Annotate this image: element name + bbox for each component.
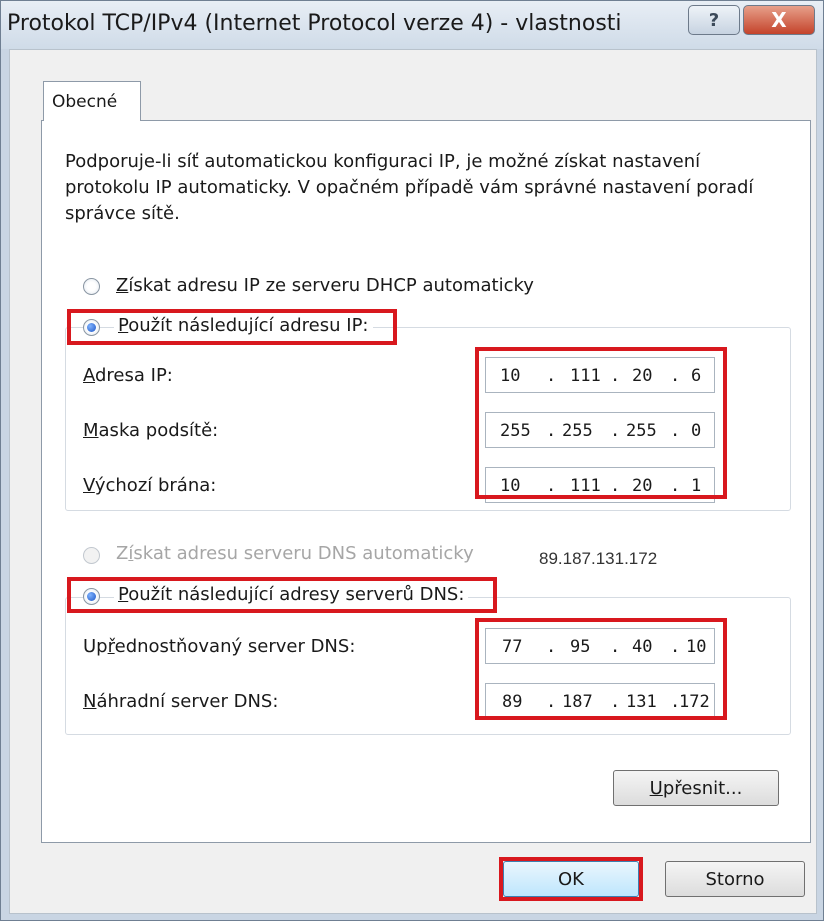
dns-auto-label[interactable]: Získat adresu serveru DNS automaticky bbox=[116, 543, 474, 564]
title-bar[interactable]: Protokol TCP/IPv4 (Internet Protocol ver… bbox=[1, 1, 823, 49]
radio-ip-manual[interactable] bbox=[83, 319, 100, 336]
cancel-button[interactable]: Storno bbox=[665, 861, 805, 897]
radio-dns-auto[interactable] bbox=[83, 547, 100, 564]
preferred-dns-input[interactable]: 77 . 95 . 40 . 10 bbox=[485, 628, 715, 664]
subnet-mask-input[interactable]: 255 . 255 . 255 . 0 bbox=[485, 412, 715, 448]
radio-ip-auto[interactable] bbox=[83, 278, 100, 295]
alternate-dns-input[interactable]: 89 . 187 . 131 . 172 bbox=[485, 683, 715, 719]
advanced-button[interactable]: Upřesnit... bbox=[613, 770, 779, 806]
help-icon: ? bbox=[708, 9, 720, 31]
default-gateway-input[interactable]: 10 . 111 . 20 . 1 bbox=[485, 467, 715, 503]
help-button[interactable]: ? bbox=[688, 5, 740, 35]
ip-address-label: Adresa IP: bbox=[83, 365, 173, 386]
close-button[interactable]: X bbox=[743, 5, 815, 35]
dialog-window: Protokol TCP/IPv4 (Internet Protocol ver… bbox=[0, 0, 824, 921]
close-icon: X bbox=[771, 8, 787, 32]
ip-manual-label[interactable]: Použít následující adresu IP: bbox=[114, 315, 373, 336]
dns-annotation: 89.187.131.172 bbox=[539, 549, 658, 568]
default-gateway-label: Výchozí brána: bbox=[83, 475, 217, 496]
preferred-dns-label: Upřednostňovaný server DNS: bbox=[83, 636, 356, 657]
alternate-dns-label: Náhradní server DNS: bbox=[83, 691, 279, 712]
dns-manual-label[interactable]: Použít následující adresy serverů DNS: bbox=[114, 584, 469, 605]
tab-general[interactable]: Obecné bbox=[43, 81, 141, 121]
tab-general-label: Obecné bbox=[52, 92, 118, 112]
ip-address-input[interactable]: 10 . 111 . 20 . 6 bbox=[485, 357, 715, 393]
ip-auto-label[interactable]: Získat adresu IP ze serveru DHCP automat… bbox=[116, 275, 534, 296]
subnet-mask-label: Maska podsítě: bbox=[83, 420, 219, 441]
intro-text: Podporuje-li síť automatickou konfigurac… bbox=[65, 151, 754, 224]
ok-button[interactable]: OK bbox=[503, 861, 639, 897]
window-title: Protokol TCP/IPv4 (Internet Protocol ver… bbox=[7, 11, 622, 36]
radio-dns-manual[interactable] bbox=[83, 588, 100, 605]
